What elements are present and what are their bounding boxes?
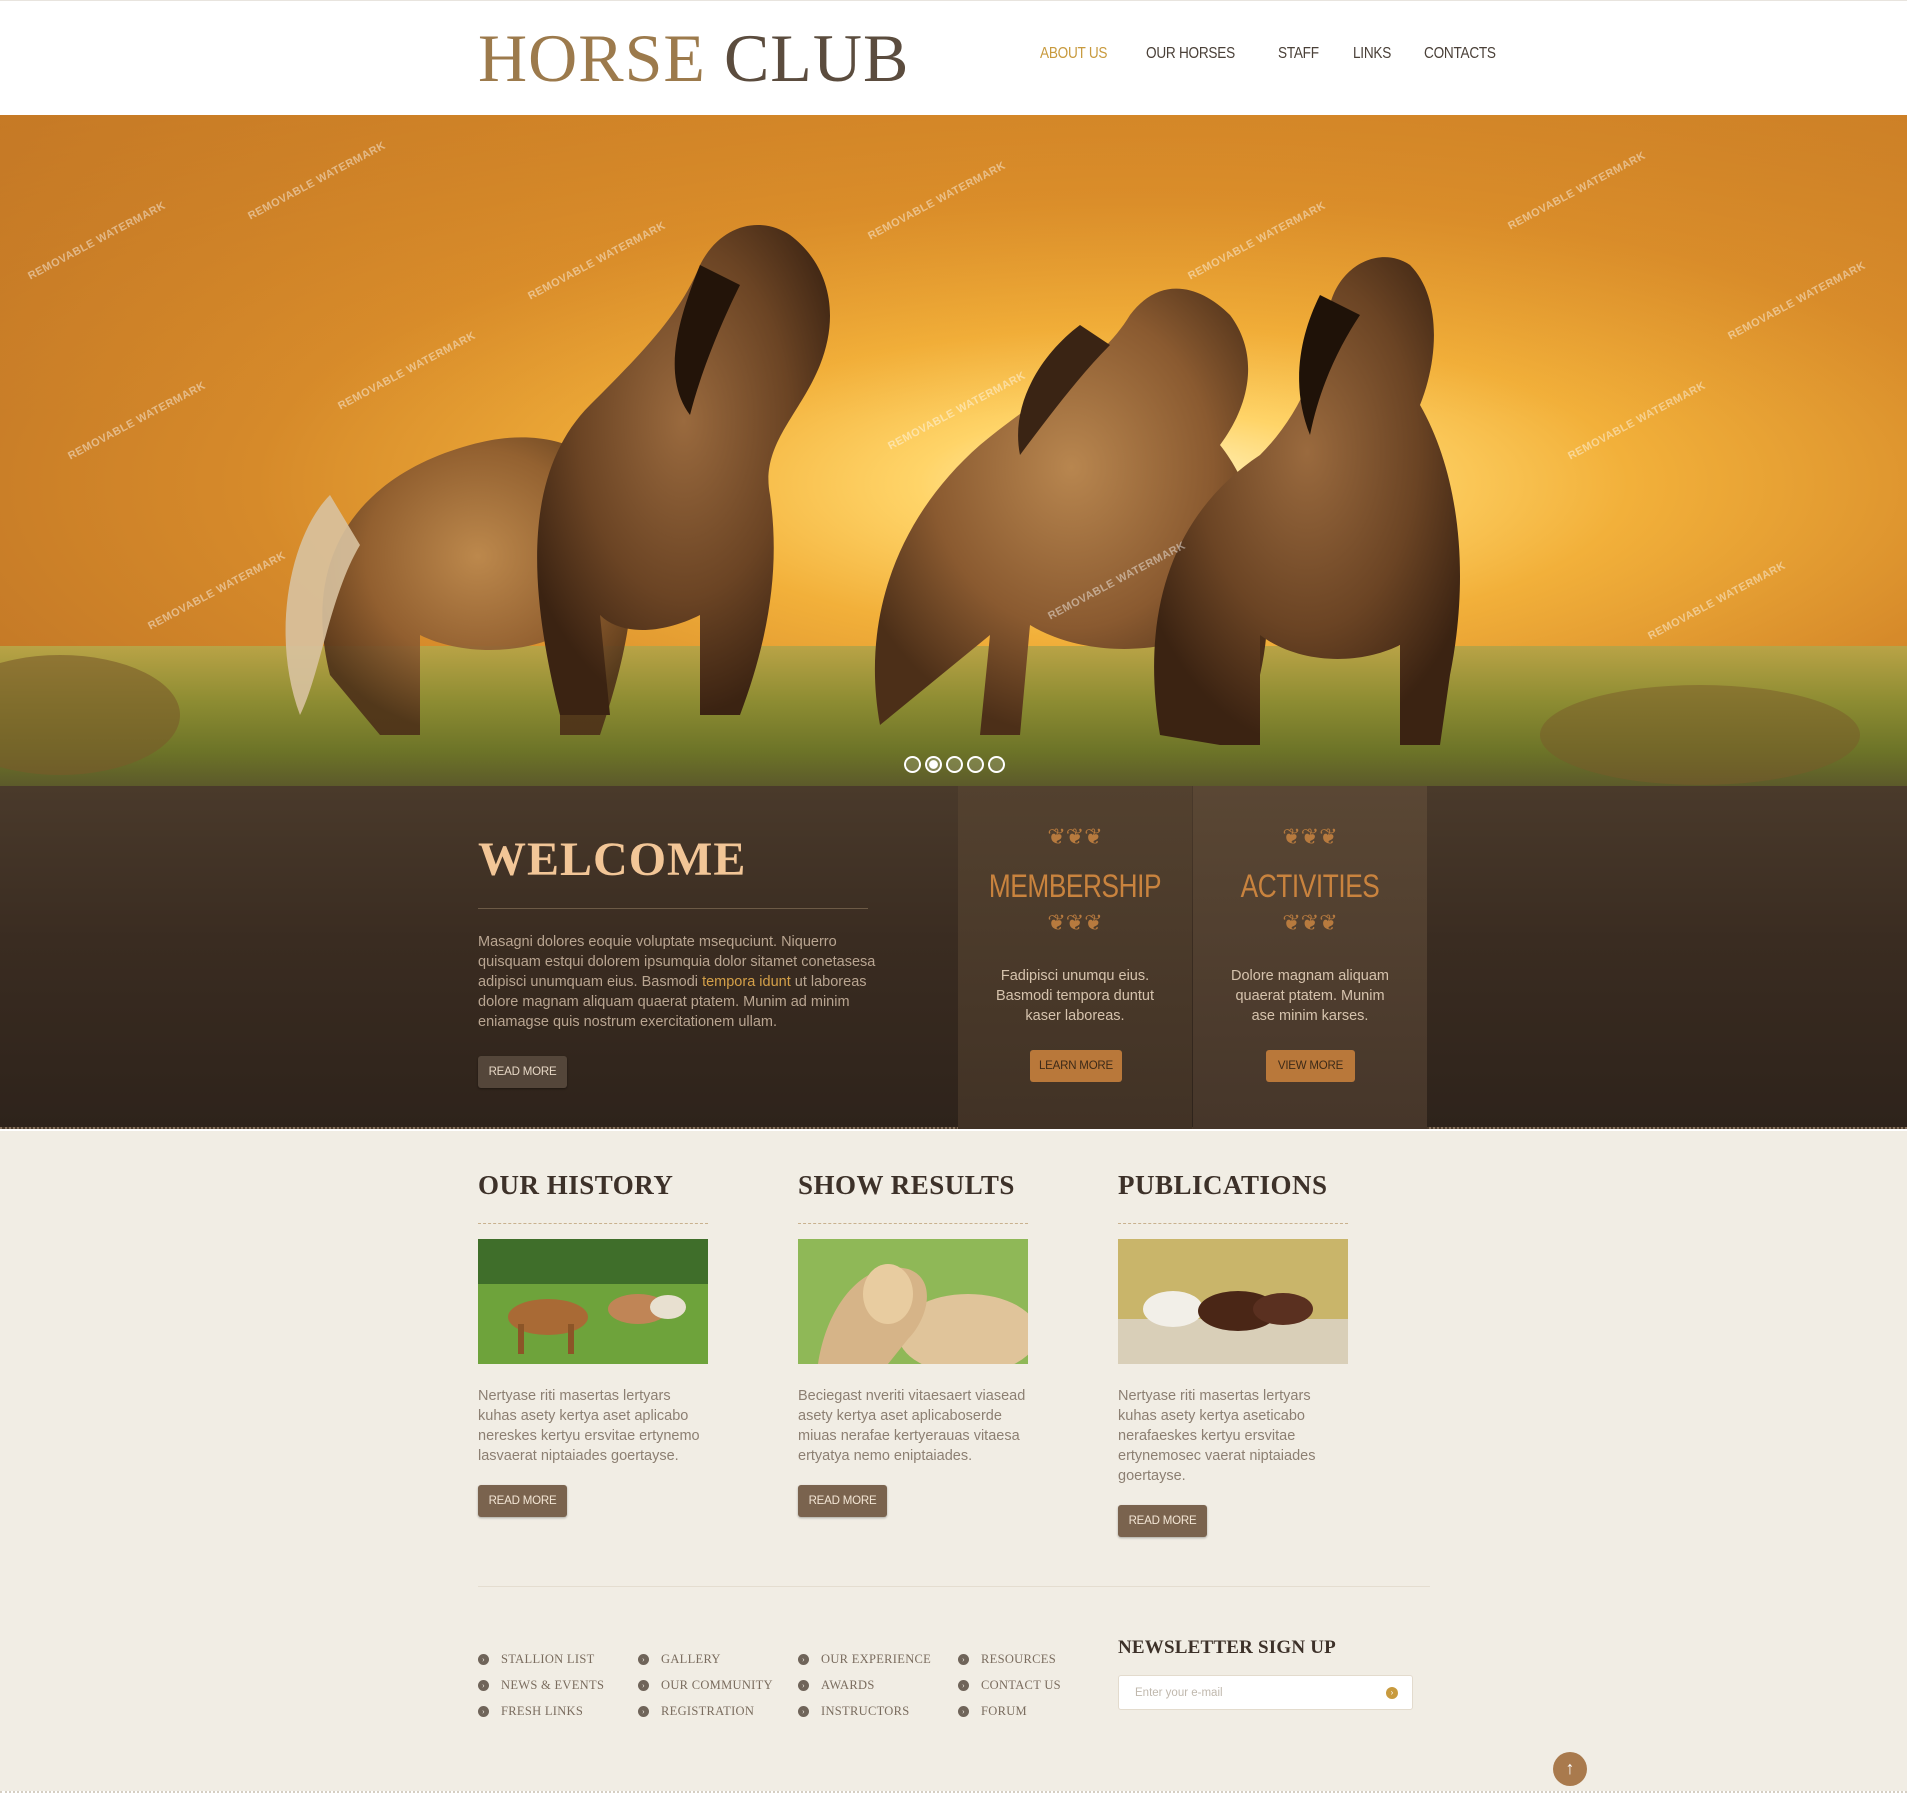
chevron-right-icon: › — [798, 1653, 809, 1665]
welcome-text-highlight[interactable]: tempora idunt — [702, 974, 791, 990]
footer-links-col-2: › GALLERY › OUR COMMUNITY › REGISTRATION — [638, 1646, 773, 1724]
column-divider — [1118, 1223, 1348, 1224]
welcome-title: WELCOME — [478, 833, 747, 886]
logo[interactable]: HORSE CLUB — [478, 23, 909, 93]
hero-slider[interactable]: REMOVABLE WATERMARK REMOVABLE WATERMARK … — [0, 115, 1907, 786]
arrow-up-icon: ↑ — [1565, 1758, 1575, 1778]
learn-more-button[interactable]: LEARN MORE — [1030, 1050, 1122, 1082]
slider-dot-5[interactable] — [988, 756, 1005, 773]
membership-text: Fadipisci unumqu eius. Basmodi tempora d… — [996, 968, 1154, 1024]
footer-link[interactable]: › FORUM — [958, 1698, 1061, 1724]
main-nav: ABOUT US OUR HORSES STAFF LINKS CONTACTS — [1040, 45, 1536, 63]
show-results-read-more-button[interactable]: READ MORE — [798, 1485, 887, 1517]
footer-link-label: GALLERY — [661, 1651, 721, 1666]
chevron-right-icon: › — [958, 1679, 969, 1691]
chevron-right-icon: › — [478, 1705, 489, 1717]
publications-title: PUBLICATIONS — [1118, 1170, 1328, 1200]
chevron-right-icon: › — [478, 1653, 489, 1665]
footer-links-col-1: › STALLION LIST › NEWS & EVENTS › FRESH LIN… — [478, 1646, 604, 1724]
publications-text: Nertyase riti masertas lertyars kuhas as… — [1118, 1388, 1316, 1484]
chevron-right-icon: › — [958, 1705, 969, 1717]
footer-link-label: CONTACT US — [981, 1677, 1061, 1692]
chevron-right-icon: › — [638, 1705, 649, 1717]
slider-dot-3[interactable] — [946, 756, 963, 773]
activities-title: ACTIVITIES — [1240, 868, 1380, 904]
footer-link-label: STALLION LIST — [501, 1651, 595, 1666]
welcome-text: Masagni dolores eoquie voluptate msequci… — [478, 932, 878, 1032]
activities-text: Dolore magnam aliquam quaerat ptatem. Mu… — [1231, 968, 1389, 1024]
publications-image[interactable] — [1118, 1239, 1348, 1364]
our-history-text: Nertyase riti masertas lertyars kuhas as… — [478, 1388, 700, 1464]
footer-link[interactable]: › AWARDS — [798, 1672, 931, 1698]
footer-link-label: AWARDS — [821, 1677, 875, 1692]
ornament-bottom-icon: ❦❦❦ — [1282, 910, 1338, 935]
logo-word-club: CLUB — [723, 20, 910, 96]
column-divider — [798, 1223, 1028, 1224]
intro-band — [0, 786, 1907, 1129]
chevron-right-icon: › — [638, 1653, 649, 1665]
footer-links-col-4: › RESOURCES › CONTACT US › FORUM — [958, 1646, 1061, 1724]
footer-link[interactable]: › OUR EXPERIENCE — [798, 1646, 931, 1672]
nav-about-us[interactable]: ABOUT US — [1040, 45, 1107, 63]
membership-panel: ❦❦❦ MEMBERSHIP ❦❦❦ Fadipisci unumqu eius… — [958, 786, 1192, 1129]
nav-links[interactable]: LINKS — [1353, 45, 1391, 63]
footer-link-label: RESOURCES — [981, 1651, 1056, 1666]
ornament-bottom-icon: ❦❦❦ — [1047, 910, 1103, 935]
footer-link[interactable]: › STALLION LIST — [478, 1646, 604, 1672]
show-results-title: SHOW RESULTS — [798, 1170, 1015, 1200]
slider-dot-4[interactable] — [967, 756, 984, 773]
nav-contacts[interactable]: CONTACTS — [1424, 45, 1496, 63]
chevron-right-icon: › — [638, 1679, 649, 1691]
footer-divider — [478, 1586, 1430, 1587]
footer-link-label: INSTRUCTORS — [821, 1703, 910, 1718]
our-history-title: OUR HISTORY — [478, 1170, 674, 1200]
newsletter-title: NEWSLETTER SIGN UP — [1118, 1637, 1336, 1658]
footer-link-label: FRESH LINKS — [501, 1703, 584, 1718]
footer-links-col-3: › OUR EXPERIENCE › AWARDS › INSTRUCTORS — [798, 1646, 931, 1724]
slider-dot-1[interactable] — [904, 756, 921, 773]
nav-staff[interactable]: STAFF — [1278, 45, 1319, 63]
newsletter-email-input[interactable] — [1119, 1676, 1369, 1709]
footer-link[interactable]: › OUR COMMUNITY — [638, 1672, 773, 1698]
footer-link[interactable]: › REGISTRATION — [638, 1698, 773, 1724]
welcome-read-more-button[interactable]: READ MORE — [478, 1056, 567, 1088]
chevron-right-icon: › — [798, 1679, 809, 1691]
activities-panel: ❦❦❦ ACTIVITIES ❦❦❦ Dolore magnam aliquam… — [1193, 786, 1427, 1129]
footer-link[interactable]: › INSTRUCTORS — [798, 1698, 931, 1724]
chevron-right-icon: › — [958, 1653, 969, 1665]
membership-title: MEMBERSHIP — [988, 868, 1162, 904]
publications-read-more-button[interactable]: READ MORE — [1118, 1505, 1207, 1537]
footer-link-label: NEWS & EVENTS — [501, 1677, 605, 1692]
our-history-read-more-button[interactable]: READ MORE — [478, 1485, 567, 1517]
footer-link-label: OUR COMMUNITY — [661, 1677, 773, 1692]
show-results-image[interactable] — [798, 1239, 1028, 1364]
our-history-image[interactable] — [478, 1239, 708, 1364]
footer-link[interactable]: › CONTACT US — [958, 1672, 1061, 1698]
page-bottom-edge — [0, 1791, 1907, 1808]
slider-pagination — [904, 756, 1005, 773]
submit-arrow-icon[interactable]: › — [1386, 1687, 1398, 1699]
footer-link-label: OUR EXPERIENCE — [821, 1651, 932, 1666]
nav-our-horses[interactable]: OUR HORSES — [1146, 45, 1235, 63]
scroll-to-top-button[interactable]: ↑ — [1553, 1752, 1587, 1786]
slider-dot-2[interactable] — [925, 756, 942, 773]
welcome-divider — [478, 908, 868, 909]
show-results-text: Beciegast nveriti vitaesaert viasead ase… — [798, 1388, 1026, 1464]
chevron-right-icon: › — [798, 1705, 809, 1717]
footer-link[interactable]: › FRESH LINKS — [478, 1698, 604, 1724]
newsletter-form: › — [1118, 1675, 1413, 1710]
site-header: HORSE CLUB ABOUT US OUR HORSES STAFF LIN… — [0, 0, 1907, 115]
chevron-right-icon: › — [478, 1679, 489, 1691]
ornament-top-icon: ❦❦❦ — [1047, 824, 1103, 849]
view-more-button[interactable]: VIEW MORE — [1266, 1050, 1355, 1082]
footer-link-label: REGISTRATION — [661, 1703, 755, 1718]
footer-link[interactable]: › NEWS & EVENTS — [478, 1672, 604, 1698]
footer-link-label: FORUM — [981, 1703, 1027, 1718]
ornament-top-icon: ❦❦❦ — [1282, 824, 1338, 849]
column-divider — [478, 1223, 708, 1224]
footer-link[interactable]: › GALLERY — [638, 1646, 773, 1672]
logo-word-horse: HORSE — [478, 20, 706, 96]
footer-link[interactable]: › RESOURCES — [958, 1646, 1061, 1672]
hero-horses-image — [0, 225, 1860, 785]
